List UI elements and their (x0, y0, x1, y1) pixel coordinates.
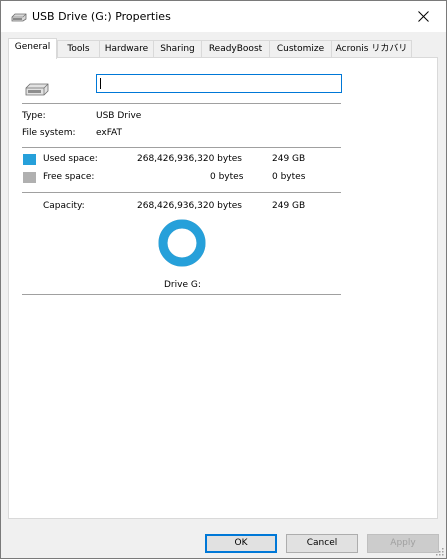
used-space-label: Used space: (43, 154, 98, 164)
ok-button[interactable]: OK (205, 534, 277, 553)
free-space-label: Free space: (43, 172, 95, 182)
tab-customize[interactable]: Customize (269, 40, 332, 58)
usb-drive-icon (25, 83, 49, 96)
free-space-swatch (23, 172, 36, 183)
window-title: USB Drive (G:) Properties (32, 10, 171, 23)
cancel-button[interactable]: Cancel (286, 534, 358, 553)
tab-sharing[interactable]: Sharing (153, 40, 202, 58)
separator (22, 294, 341, 295)
volume-name-input[interactable] (96, 74, 342, 93)
used-space-bytes: 268,426,936,320 bytes (137, 154, 242, 164)
type-value: USB Drive (96, 111, 142, 121)
type-label: Type: (22, 111, 46, 121)
text-caret (100, 78, 101, 89)
file-system-label: File system: (22, 128, 76, 138)
free-space-bytes: 0 bytes (210, 172, 244, 182)
free-space-size: 0 bytes (272, 172, 306, 182)
properties-window: USB Drive (G:) Properties General Tools … (0, 0, 447, 559)
capacity-label: Capacity: (43, 201, 85, 211)
drive-label: Drive G: (164, 280, 201, 290)
capacity-bytes: 268,426,936,320 bytes (137, 201, 242, 211)
separator (22, 147, 341, 148)
tab-readyboost[interactable]: ReadyBoost (201, 40, 270, 58)
tab-acronis[interactable]: Acronis リカバリ (331, 40, 412, 58)
separator (22, 192, 341, 193)
tab-general[interactable]: General (8, 38, 57, 59)
close-icon (417, 11, 429, 22)
apply-button[interactable]: Apply (367, 534, 439, 553)
file-system-value: exFAT (96, 128, 123, 138)
used-space-ring (158, 219, 206, 267)
usb-drive-icon (11, 13, 27, 22)
disk-usage-donut (158, 219, 206, 267)
title-bar[interactable]: USB Drive (G:) Properties (1, 1, 446, 32)
general-panel: Type: USB Drive File system: exFAT Used … (8, 57, 438, 519)
used-space-swatch (23, 154, 36, 165)
used-space-size: 249 GB (272, 154, 306, 164)
resize-grip-icon[interactable] (434, 546, 444, 556)
tab-hardware[interactable]: Hardware (99, 40, 154, 58)
tab-tools[interactable]: Tools (57, 40, 100, 58)
close-button[interactable] (400, 1, 446, 32)
capacity-size: 249 GB (272, 201, 306, 211)
separator (22, 103, 341, 104)
